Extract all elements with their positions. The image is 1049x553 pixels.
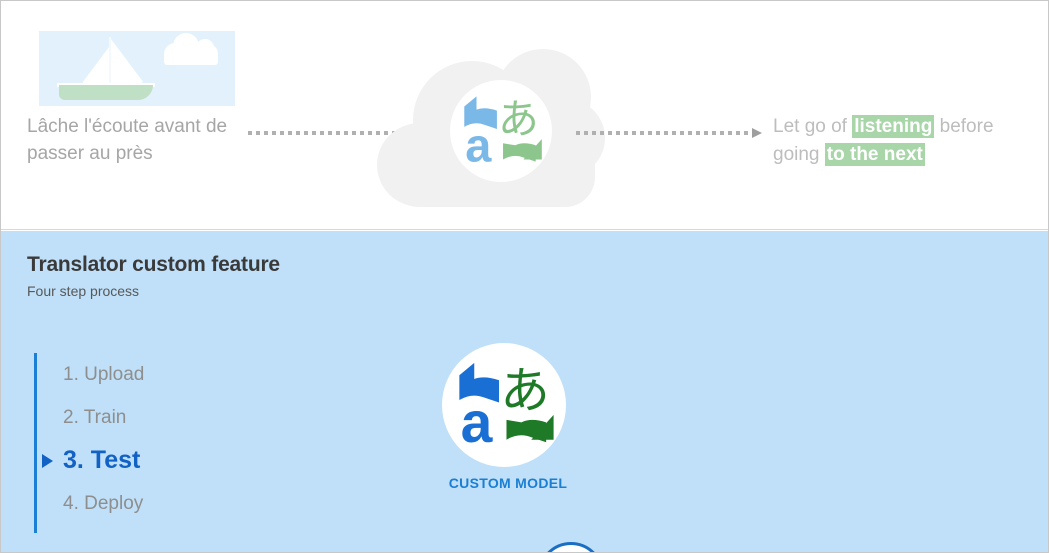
source-caption: Lâche l'écoute avant de passer au près [27, 116, 228, 164]
tuner-glyph-svg: a あ [566, 548, 575, 553]
translated-caption: Let go of listening before going to the … [773, 113, 1035, 169]
translation-example-panel: Lâche l'écoute avant de passer au près a… [1, 1, 1048, 230]
step-label: 4. Deploy [63, 492, 144, 514]
translator-glyph-svg: a あ [464, 95, 542, 172]
arrow-head [752, 128, 762, 138]
custom-feature-panel: Translator custom feature Four step proc… [1, 231, 1048, 552]
screenshot-frame: Lâche l'écoute avant de passer au près a… [0, 0, 1049, 553]
boat-mast [109, 37, 111, 89]
translator-icon: a あ [450, 80, 552, 182]
japanese-a-glyph: あ [498, 95, 539, 143]
translator-glyph-svg: a あ [459, 361, 554, 455]
step-label: 2. Train [63, 406, 127, 428]
japanese-a-glyph: あ [500, 361, 550, 419]
latin-a-glyph: a [566, 548, 575, 553]
boat-sail-left [79, 47, 109, 87]
step-item-deploy[interactable]: 4. Deploy [37, 482, 294, 525]
step-label: 1. Upload [63, 363, 145, 385]
custom-model-label: CUSTOM MODEL [448, 475, 568, 491]
custom-model-block: a あ CUSTOM MODEL [438, 343, 578, 503]
step-item-train[interactable]: 2. Train [37, 396, 294, 439]
translated-text-part1: Let go of [773, 116, 853, 137]
sailboat-image [39, 31, 235, 106]
page-title: Translator custom feature [27, 253, 280, 276]
boat-sail-right [111, 39, 147, 87]
latin-a-glyph: a [461, 391, 494, 455]
boat-hull [59, 85, 153, 100]
step-marker-icon [42, 453, 53, 468]
translator-icon: a あ [442, 343, 566, 467]
step-item-test[interactable]: 3. Test [37, 439, 294, 482]
translated-highlight-1: listening [852, 115, 935, 138]
steps-list: 1. Upload 2. Train 3. Test 4. Deploy [34, 353, 294, 533]
arrow-dots [576, 131, 752, 135]
tuner-sliders-icon: a あ [538, 542, 604, 553]
latin-a-glyph: a [465, 120, 492, 172]
translated-highlight-2: to the next [824, 143, 925, 166]
dotted-arrow-to-output-icon [576, 128, 762, 138]
step-label: 3. Test [63, 446, 141, 474]
step-item-upload[interactable]: 1. Upload [37, 353, 294, 396]
page-subtitle: Four step process [27, 283, 140, 299]
cloud-shape-decoration [164, 33, 218, 65]
